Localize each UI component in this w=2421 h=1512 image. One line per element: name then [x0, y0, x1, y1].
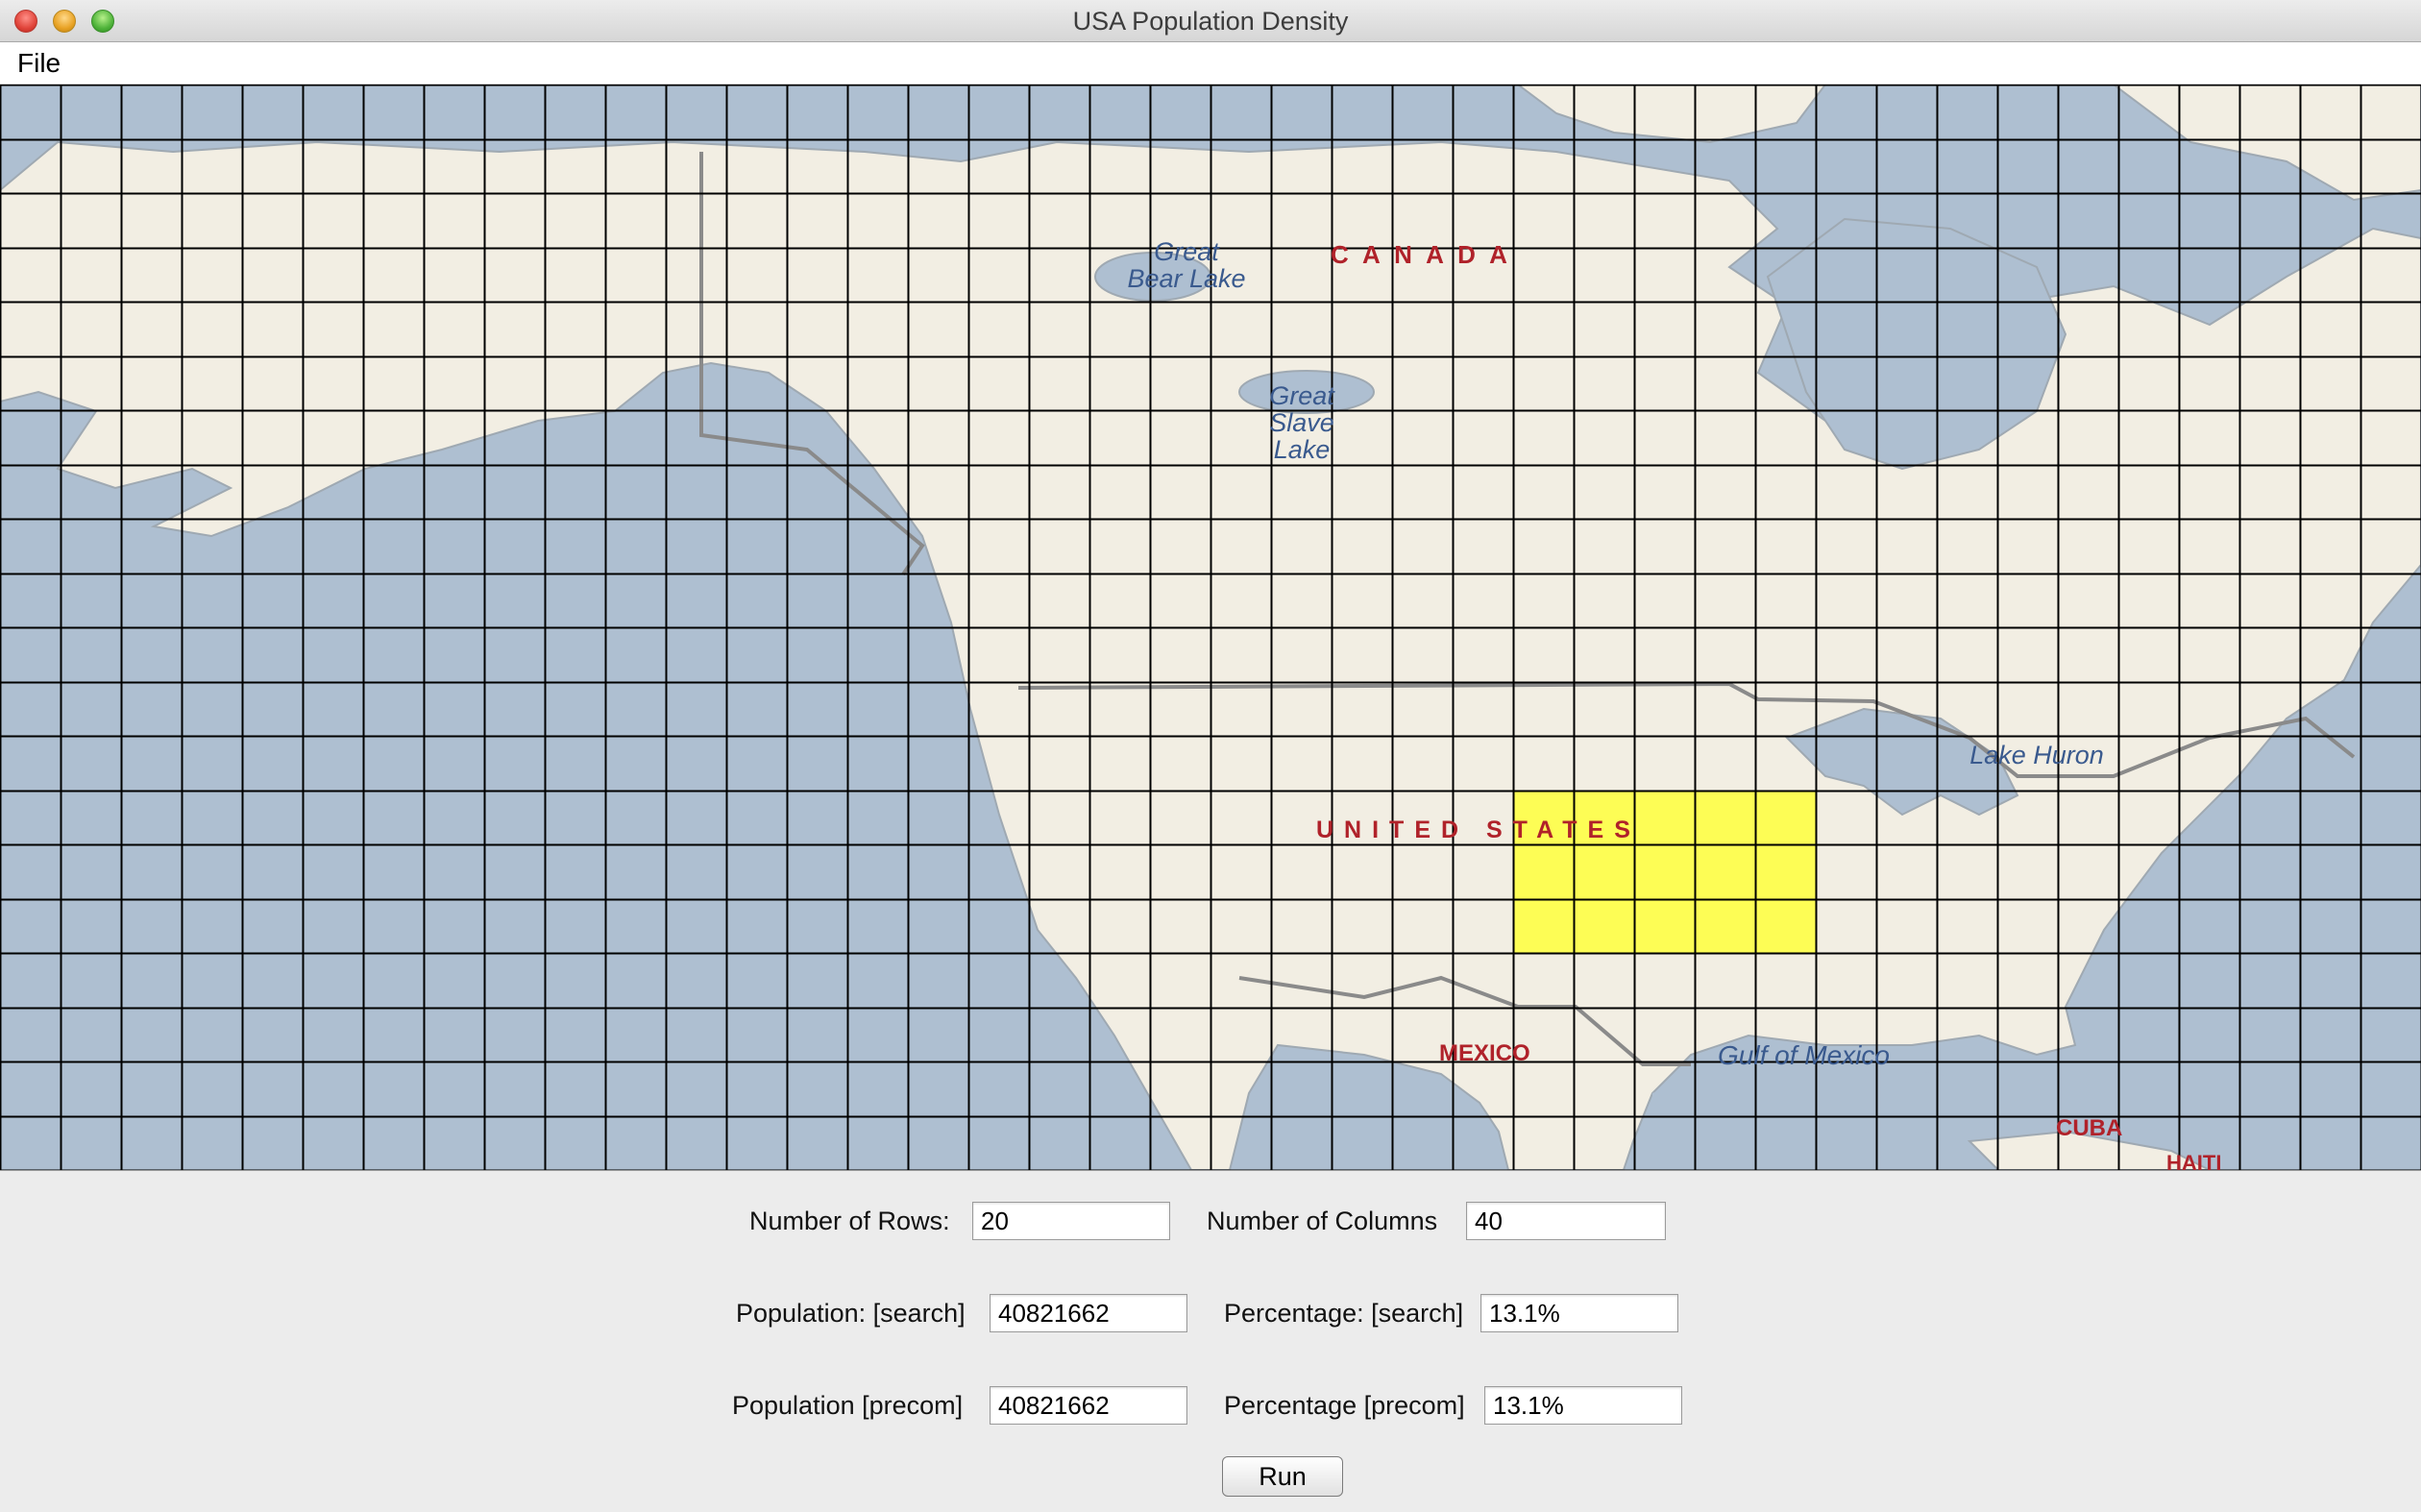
run-button[interactable]: Run — [1222, 1456, 1343, 1497]
population-search-label: Population: [search] — [736, 1299, 966, 1328]
menu-file[interactable]: File — [17, 42, 61, 85]
percentage-precom-input[interactable]: 13.1% — [1484, 1386, 1682, 1425]
percentage-search-input[interactable]: 13.1% — [1480, 1294, 1678, 1332]
label-mexico: MEXICO — [1439, 1040, 1530, 1066]
label-cuba: CUBA — [2056, 1115, 2123, 1141]
label-great-bear-lake: Great Bear Lake — [1127, 237, 1246, 293]
title-bar: USA Population Density — [0, 0, 2421, 42]
percentage-search-label: Percentage: [search] — [1224, 1299, 1464, 1328]
rows-input[interactable]: 20 — [972, 1202, 1170, 1240]
label-lake-huron: Lake Huron — [1969, 741, 2104, 769]
columns-label: Number of Columns — [1207, 1207, 1438, 1235]
highlight-layer — [1513, 790, 1816, 953]
menu-bar: File — [0, 42, 2421, 85]
percentage-precom-label: Percentage [precom] — [1224, 1391, 1465, 1420]
label-gulf-of-mexico: Gulf of Mexico — [1718, 1040, 1890, 1070]
label-great-slave-lake: Great Slave Lake — [1269, 381, 1334, 464]
population-precom-label: Population [precom] — [732, 1391, 964, 1420]
window-title: USA Population Density — [1072, 7, 1349, 36]
control-panel: Number of Rows: 20 Number of Columns 40 … — [0, 1170, 2421, 1512]
columns-input[interactable]: 40 — [1466, 1202, 1666, 1240]
map-panel[interactable]: C A N A D A Great Bear Lake Great Slave … — [0, 85, 2421, 1170]
population-precom-input[interactable]: 40821662 — [990, 1386, 1187, 1425]
label-united-states: UNITED STATES — [1316, 817, 1641, 843]
highlighted-region — [1513, 790, 1816, 953]
population-search-input[interactable]: 40821662 — [990, 1294, 1187, 1332]
label-canada: C A N A D A — [1331, 240, 1511, 269]
rows-label: Number of Rows: — [749, 1207, 950, 1235]
label-haiti: HAITI — [2166, 1151, 2222, 1170]
